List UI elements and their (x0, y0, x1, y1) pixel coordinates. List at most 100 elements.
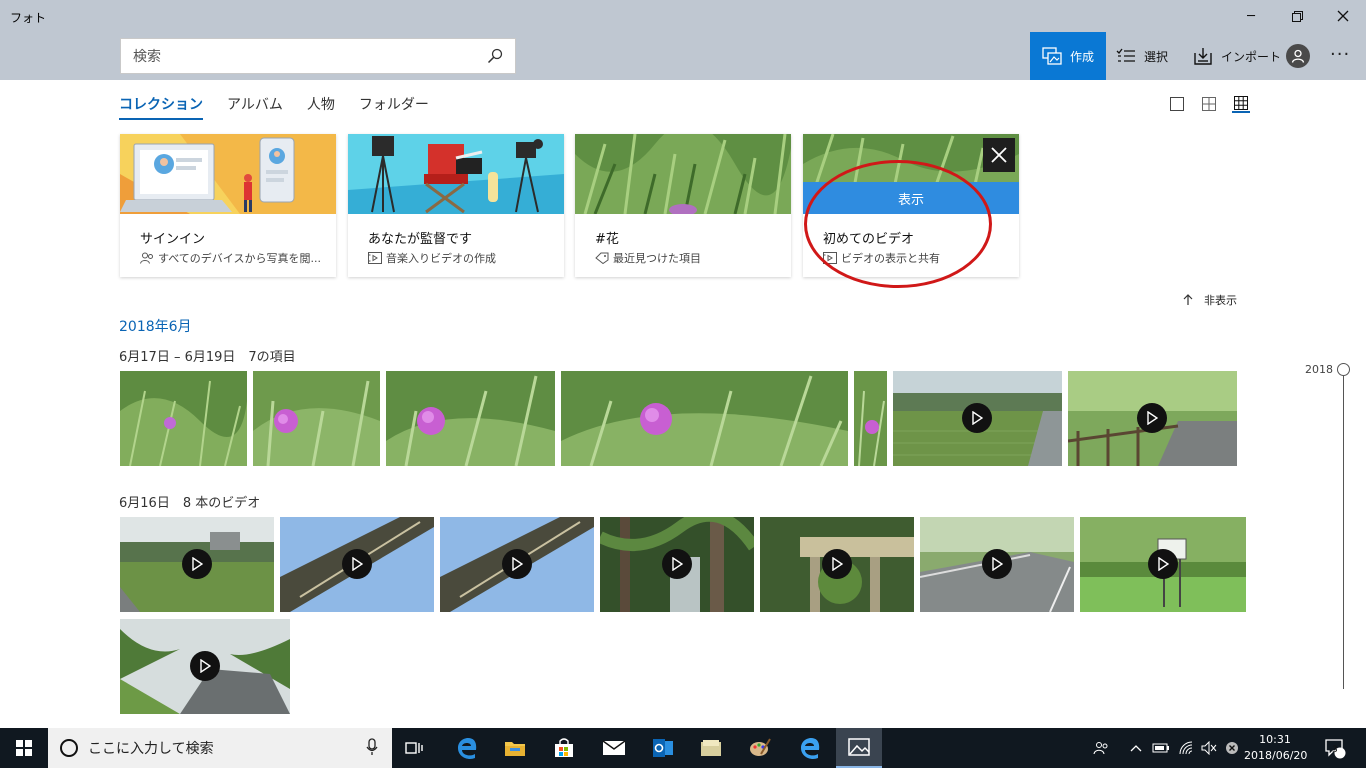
photo-thumbnail[interactable] (120, 371, 247, 466)
import-icon (1193, 47, 1213, 65)
taskbar-photos[interactable] (836, 728, 882, 768)
battery-icon[interactable] (1150, 728, 1172, 768)
card-title: サインイン (140, 232, 206, 247)
close-button[interactable] (1320, 0, 1366, 32)
search-input[interactable]: 検索 (120, 38, 516, 74)
card-subtitle: 最近見つけた項目 (595, 250, 701, 266)
video-edit-icon (368, 252, 382, 264)
photo-thumbnail[interactable] (253, 371, 380, 466)
create-label: 作成 (1070, 49, 1095, 64)
tab-people[interactable]: 人物 (307, 94, 335, 120)
account-avatar[interactable] (1286, 44, 1310, 68)
video-thumbnail[interactable] (920, 517, 1074, 612)
taskbar-search-placeholder: ここに入力して検索 (88, 741, 214, 757)
month-header[interactable]: 2018年6月 (119, 316, 192, 336)
photo-thumbnail[interactable] (854, 371, 887, 466)
windows-icon (16, 740, 32, 756)
dismiss-circle-icon[interactable] (1222, 728, 1242, 768)
edge-icon (458, 738, 477, 759)
video-thumbnail[interactable] (893, 371, 1062, 466)
minimize-button[interactable]: ─ (1228, 0, 1274, 32)
people-icon (140, 252, 153, 264)
video-thumbnail[interactable] (440, 517, 594, 612)
flower-tag-card[interactable]: #花 最近見つけた項目 (575, 134, 791, 277)
notification-count: 3 (1332, 745, 1338, 755)
more-options-icon[interactable]: ··· (1330, 44, 1350, 65)
taskbar-outlook[interactable] (640, 728, 686, 768)
wifi-icon[interactable] (1176, 728, 1198, 768)
tab-albums[interactable]: アルバム (227, 94, 283, 120)
microphone-icon[interactable] (366, 738, 378, 760)
dismiss-card-button[interactable] (983, 138, 1015, 172)
video-thumbnail[interactable] (600, 517, 754, 612)
play-icon (1148, 549, 1178, 579)
start-button[interactable] (0, 728, 48, 768)
show-hidden-icons-chevron-icon[interactable] (1128, 728, 1144, 768)
action-center-button[interactable]: 3 (1320, 728, 1350, 768)
photo-thumbnail[interactable] (386, 371, 555, 466)
hide-label: 非表示 (1204, 294, 1237, 307)
taskbar-paint[interactable] (737, 728, 783, 768)
timeline-marker[interactable] (1337, 363, 1350, 376)
people-tray-icon[interactable] (1090, 728, 1112, 768)
search-placeholder: 検索 (133, 49, 161, 65)
create-icon (1042, 47, 1062, 65)
play-icon (190, 651, 220, 681)
taskbar-search-input[interactable]: ここに入力して検索 (48, 728, 392, 768)
timeline-scrubber[interactable] (1343, 376, 1344, 689)
photos-icon (848, 738, 870, 756)
store-icon (555, 738, 573, 757)
header-bar: フォト ─ 検索 作成 選択 インポート ··· (0, 0, 1366, 80)
outlook-icon (653, 739, 673, 757)
search-icon[interactable] (475, 48, 515, 64)
group-header: 6月17日 – 6月19日 7の項目 (119, 350, 296, 365)
large-view-icon[interactable] (1168, 95, 1186, 113)
checklist-icon (1116, 48, 1136, 64)
import-label: インポート (1221, 49, 1282, 64)
app-title: フォト (10, 11, 47, 25)
select-button[interactable]: 選択 (1116, 32, 1168, 80)
taskbar-store[interactable] (541, 728, 587, 768)
video-thumbnail[interactable] (760, 517, 914, 612)
tab-folders[interactable]: フォルダー (359, 94, 429, 120)
select-label: 選択 (1144, 49, 1169, 64)
card-title: あなたが監督です (368, 232, 473, 247)
play-icon (962, 403, 992, 433)
volume-muted-icon[interactable] (1198, 728, 1220, 768)
app-folder-icon (701, 740, 721, 756)
director-card[interactable]: あなたが監督です 音楽入りビデオの作成 (348, 134, 564, 277)
small-view-icon[interactable] (1232, 95, 1250, 113)
video-thumbnail[interactable] (1080, 517, 1246, 612)
play-icon (182, 549, 212, 579)
taskbar-ie[interactable] (787, 728, 833, 768)
photo-thumbnail[interactable] (561, 371, 848, 466)
video-thumbnail[interactable] (120, 517, 274, 612)
play-icon (1137, 403, 1167, 433)
taskbar: ここに入力して検索 10:31 2018/06/20 3 (0, 728, 1366, 768)
timeline-year[interactable]: 2018 (1305, 363, 1333, 376)
taskbar-file-explorer[interactable] (492, 728, 538, 768)
video-thumbnail[interactable] (280, 517, 434, 612)
clock-time: 10:31 (1259, 733, 1291, 746)
card-subtitle-text: 最近見つけた項目 (613, 252, 701, 265)
minimize-icon: ─ (1247, 8, 1255, 24)
taskbar-clock[interactable]: 10:31 2018/06/20 (1244, 732, 1307, 764)
card-subtitle-text: 音楽入りビデオの作成 (386, 252, 496, 265)
tab-collection[interactable]: コレクション (119, 94, 203, 120)
taskbar-edge[interactable] (444, 728, 490, 768)
signin-card-illustration (120, 134, 336, 214)
video-thumbnail[interactable] (120, 619, 290, 714)
medium-view-icon[interactable] (1200, 95, 1218, 113)
taskbar-mail[interactable] (591, 728, 637, 768)
cortana-icon (60, 739, 78, 757)
folder-icon (505, 742, 525, 756)
arrow-up-icon (1183, 294, 1193, 305)
video-thumbnail[interactable] (1068, 371, 1237, 466)
hide-cards-link[interactable]: 非表示 (1182, 292, 1237, 308)
import-button[interactable]: インポート (1193, 32, 1281, 80)
taskbar-app-folder[interactable] (688, 728, 734, 768)
restore-button[interactable] (1274, 0, 1320, 32)
task-view-button[interactable] (392, 728, 438, 768)
create-button[interactable]: 作成 (1030, 32, 1106, 80)
signin-card[interactable]: サインイン すべてのデバイスから写真を閲... (120, 134, 336, 277)
